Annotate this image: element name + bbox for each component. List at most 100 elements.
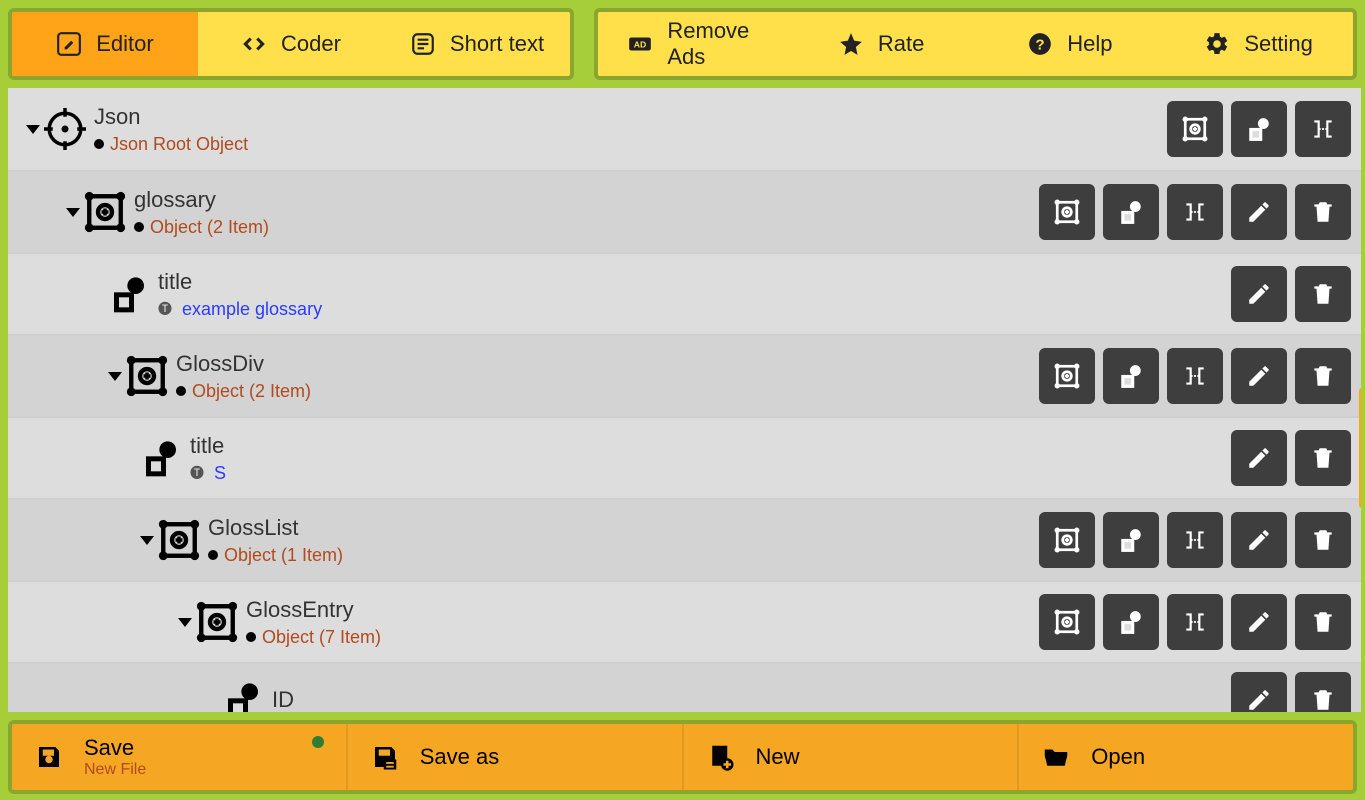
save-as-button[interactable]: Save as (346, 724, 682, 790)
tree-row-id[interactable]: ID (8, 662, 1361, 712)
tab-short-text[interactable]: Short text (384, 12, 570, 76)
floppy-icon (34, 742, 64, 772)
tree-row-glossary[interactable]: glossary Object (2 Item) (8, 170, 1361, 252)
caret-icon[interactable] (108, 372, 122, 381)
unsaved-indicator (312, 736, 324, 748)
save-label: Save (84, 735, 146, 761)
delete-button[interactable] (1295, 672, 1351, 712)
add-object-button[interactable] (1039, 348, 1095, 404)
tree-row-glossdiv[interactable]: GlossDiv Object (2 Item) (8, 334, 1361, 416)
tab-coder[interactable]: Coder (198, 12, 384, 76)
util-tab-group: Remove Ads Rate Help Setting (594, 8, 1357, 80)
tree-row-glossentry[interactable]: GlossEntry Object (7 Item) (8, 580, 1361, 662)
node-value: S (214, 463, 226, 484)
text-type-icon: 🅣 (190, 463, 204, 483)
delete-button[interactable] (1295, 348, 1351, 404)
delete-button[interactable] (1295, 430, 1351, 486)
scrollbar[interactable] (1359, 388, 1361, 508)
tab-rate-label: Rate (878, 31, 924, 57)
help-icon (1027, 31, 1053, 57)
add-string-button[interactable] (1103, 594, 1159, 650)
open-label: Open (1091, 744, 1145, 770)
save-button[interactable]: Save New File (12, 724, 346, 790)
node-meta: Object (2 Item) (192, 381, 311, 402)
add-array-button[interactable] (1167, 594, 1223, 650)
node-value: example glossary (182, 299, 322, 320)
gear-icon (1204, 31, 1230, 57)
lines-icon (410, 31, 436, 57)
string-icon (140, 437, 182, 479)
edit-button[interactable] (1231, 672, 1287, 712)
edit-button[interactable] (1231, 184, 1287, 240)
node-key: title (190, 433, 226, 459)
tab-editor-label: Editor (96, 31, 153, 57)
target-icon (44, 108, 86, 150)
code-icon (241, 31, 267, 57)
tree-row-glosslist[interactable]: GlossList Object (1 Item) (8, 498, 1361, 580)
node-key: GlossEntry (246, 597, 381, 623)
add-array-button[interactable] (1167, 348, 1223, 404)
edit-button[interactable] (1231, 512, 1287, 568)
node-meta: Object (7 Item) (262, 627, 381, 648)
new-label: New (756, 744, 800, 770)
dot-icon (176, 386, 186, 396)
open-button[interactable]: Open (1017, 724, 1353, 790)
dot-icon (208, 550, 218, 560)
node-key: GlossDiv (176, 351, 311, 377)
object-icon (158, 519, 200, 561)
mode-tab-group: Editor Coder Short text (8, 8, 574, 80)
edit-button[interactable] (1231, 348, 1287, 404)
new-button[interactable]: New (682, 724, 1018, 790)
add-string-button[interactable] (1231, 101, 1287, 157)
add-object-button[interactable] (1167, 101, 1223, 157)
node-meta: Object (2 Item) (150, 217, 269, 238)
add-object-button[interactable] (1039, 184, 1095, 240)
save-as-icon (370, 742, 400, 772)
delete-button[interactable] (1295, 184, 1351, 240)
caret-icon[interactable] (140, 536, 154, 545)
edit-box-icon (56, 31, 82, 57)
edit-button[interactable] (1231, 594, 1287, 650)
node-key: ID (272, 687, 294, 712)
star-icon (838, 31, 864, 57)
add-object-button[interactable] (1039, 594, 1095, 650)
add-array-button[interactable] (1167, 512, 1223, 568)
object-icon (196, 601, 238, 643)
tab-rate[interactable]: Rate (787, 12, 976, 76)
delete-button[interactable] (1295, 594, 1351, 650)
tab-setting[interactable]: Setting (1164, 12, 1353, 76)
ad-icon (627, 31, 653, 57)
add-object-button[interactable] (1039, 512, 1095, 568)
add-string-button[interactable] (1103, 512, 1159, 568)
node-meta: Object (1 Item) (224, 545, 343, 566)
caret-icon[interactable] (66, 208, 80, 217)
tab-coder-label: Coder (281, 31, 341, 57)
edit-button[interactable] (1231, 266, 1287, 322)
edit-button[interactable] (1231, 430, 1287, 486)
add-string-button[interactable] (1103, 348, 1159, 404)
tab-short-text-label: Short text (450, 31, 544, 57)
add-array-button[interactable] (1295, 101, 1351, 157)
node-meta: Json Root Object (110, 134, 248, 155)
tab-help[interactable]: Help (976, 12, 1165, 76)
delete-button[interactable] (1295, 512, 1351, 568)
save-as-label: Save as (420, 744, 500, 770)
tab-editor[interactable]: Editor (12, 12, 198, 76)
save-sublabel: New File (84, 761, 146, 779)
delete-button[interactable] (1295, 266, 1351, 322)
folder-open-icon (1041, 742, 1071, 772)
tree-row-title-1[interactable]: title 🅣example glossary (8, 252, 1361, 334)
tab-remove-ads[interactable]: Remove Ads (598, 12, 787, 76)
dot-icon (134, 222, 144, 232)
node-key: glossary (134, 187, 269, 213)
tree-row-title-2[interactable]: title 🅣 S (8, 416, 1361, 498)
top-toolbar: Editor Coder Short text Remove Ads Rate … (0, 0, 1365, 88)
node-key: title (158, 269, 322, 295)
caret-icon[interactable] (26, 125, 40, 134)
add-string-button[interactable] (1103, 184, 1159, 240)
text-type-icon: 🅣 (158, 299, 172, 319)
bottom-toolbar: Save New File Save as New Open (8, 720, 1357, 794)
caret-icon[interactable] (178, 618, 192, 627)
tree-row-root[interactable]: Json Json Root Object (8, 88, 1361, 170)
add-array-button[interactable] (1167, 184, 1223, 240)
